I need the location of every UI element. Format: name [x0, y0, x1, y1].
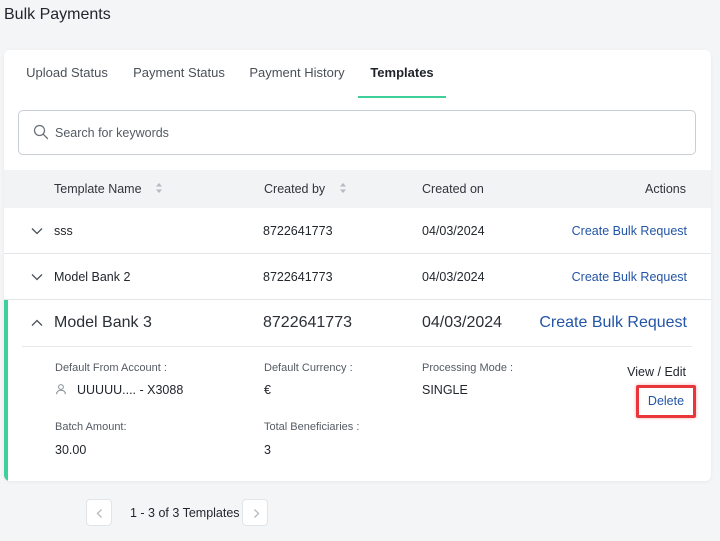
expanded-row: Model Bank 3 8722641773 04/03/2024 Creat… [4, 300, 711, 481]
next-page-button[interactable] [242, 499, 268, 526]
header-actions: Actions [645, 182, 686, 196]
template-name: Model Bank 3 [54, 314, 152, 331]
created-by: 8722641773 [263, 270, 333, 284]
default-from-account-value: UUUUU.... - X3088 [55, 383, 183, 397]
chevron-right-icon [254, 509, 260, 518]
table-row: sss 8722641773 04/03/2024 Create Bulk Re… [4, 208, 711, 254]
templates-card: Upload Status Payment Status Payment His… [4, 50, 711, 481]
delete-button[interactable]: Delete [636, 385, 696, 418]
create-bulk-request-link[interactable]: Create Bulk Request [572, 254, 687, 300]
template-name: Model Bank 2 [54, 270, 131, 284]
processing-mode-value: SINGLE [422, 383, 468, 397]
tab-payment-history[interactable]: Payment History [242, 50, 352, 98]
total-beneficiaries-value: 3 [264, 443, 271, 457]
header-created-on: Created on [422, 182, 484, 196]
sort-icon[interactable] [155, 182, 163, 194]
tab-bar: Upload Status Payment Status Payment His… [4, 50, 711, 98]
search-box [18, 110, 696, 155]
created-on: 04/03/2024 [422, 314, 503, 331]
batch-amount-label: Batch Amount: [55, 421, 127, 433]
header-created-by-label: Created by [264, 182, 326, 196]
created-by: 8722641773 [263, 314, 352, 331]
pagination-summary: 1 - 3 of 3 Templates [130, 506, 240, 520]
create-bulk-request-link[interactable]: Create Bulk Request [539, 300, 687, 346]
chevron-up-icon[interactable] [30, 317, 44, 329]
divider [22, 346, 692, 347]
user-icon [56, 384, 66, 395]
chevron-down-icon[interactable] [30, 225, 44, 237]
previous-page-button[interactable] [86, 499, 112, 526]
processing-mode-label: Processing Mode : [422, 362, 514, 374]
created-on: 04/03/2024 [422, 270, 485, 284]
account-number: UUUUU.... - X3088 [77, 383, 184, 397]
created-on: 04/03/2024 [422, 224, 485, 238]
total-beneficiaries-label: Total Beneficiaries : [264, 421, 360, 433]
default-currency-value: € [264, 383, 271, 397]
created-by: 8722641773 [263, 224, 333, 238]
search-icon [33, 124, 49, 140]
chevron-left-icon [96, 509, 102, 518]
template-name: sss [54, 224, 73, 238]
page-title: Bulk Payments [4, 6, 111, 23]
header-template-name-label: Template Name [54, 182, 142, 196]
batch-amount-value: 30.00 [55, 443, 87, 457]
tab-payment-status[interactable]: Payment Status [128, 50, 230, 98]
header-created-by[interactable]: Created by [264, 170, 347, 208]
table-row: Model Bank 2 8722641773 04/03/2024 Creat… [4, 254, 711, 300]
search-input[interactable] [55, 121, 675, 145]
default-currency-label: Default Currency : [264, 362, 353, 374]
create-bulk-request-link[interactable]: Create Bulk Request [572, 208, 687, 254]
table-header: Template Name Created by Created on Acti… [4, 170, 711, 208]
header-template-name[interactable]: Template Name [54, 170, 163, 208]
sort-icon[interactable] [339, 182, 347, 194]
chevron-down-icon[interactable] [30, 271, 44, 283]
tab-templates[interactable]: Templates [358, 50, 446, 98]
default-from-account-label: Default From Account : [55, 362, 167, 374]
view-edit-link[interactable]: View / Edit [627, 365, 686, 379]
tab-upload-status[interactable]: Upload Status [18, 50, 116, 98]
selected-row-indicator [4, 300, 8, 481]
